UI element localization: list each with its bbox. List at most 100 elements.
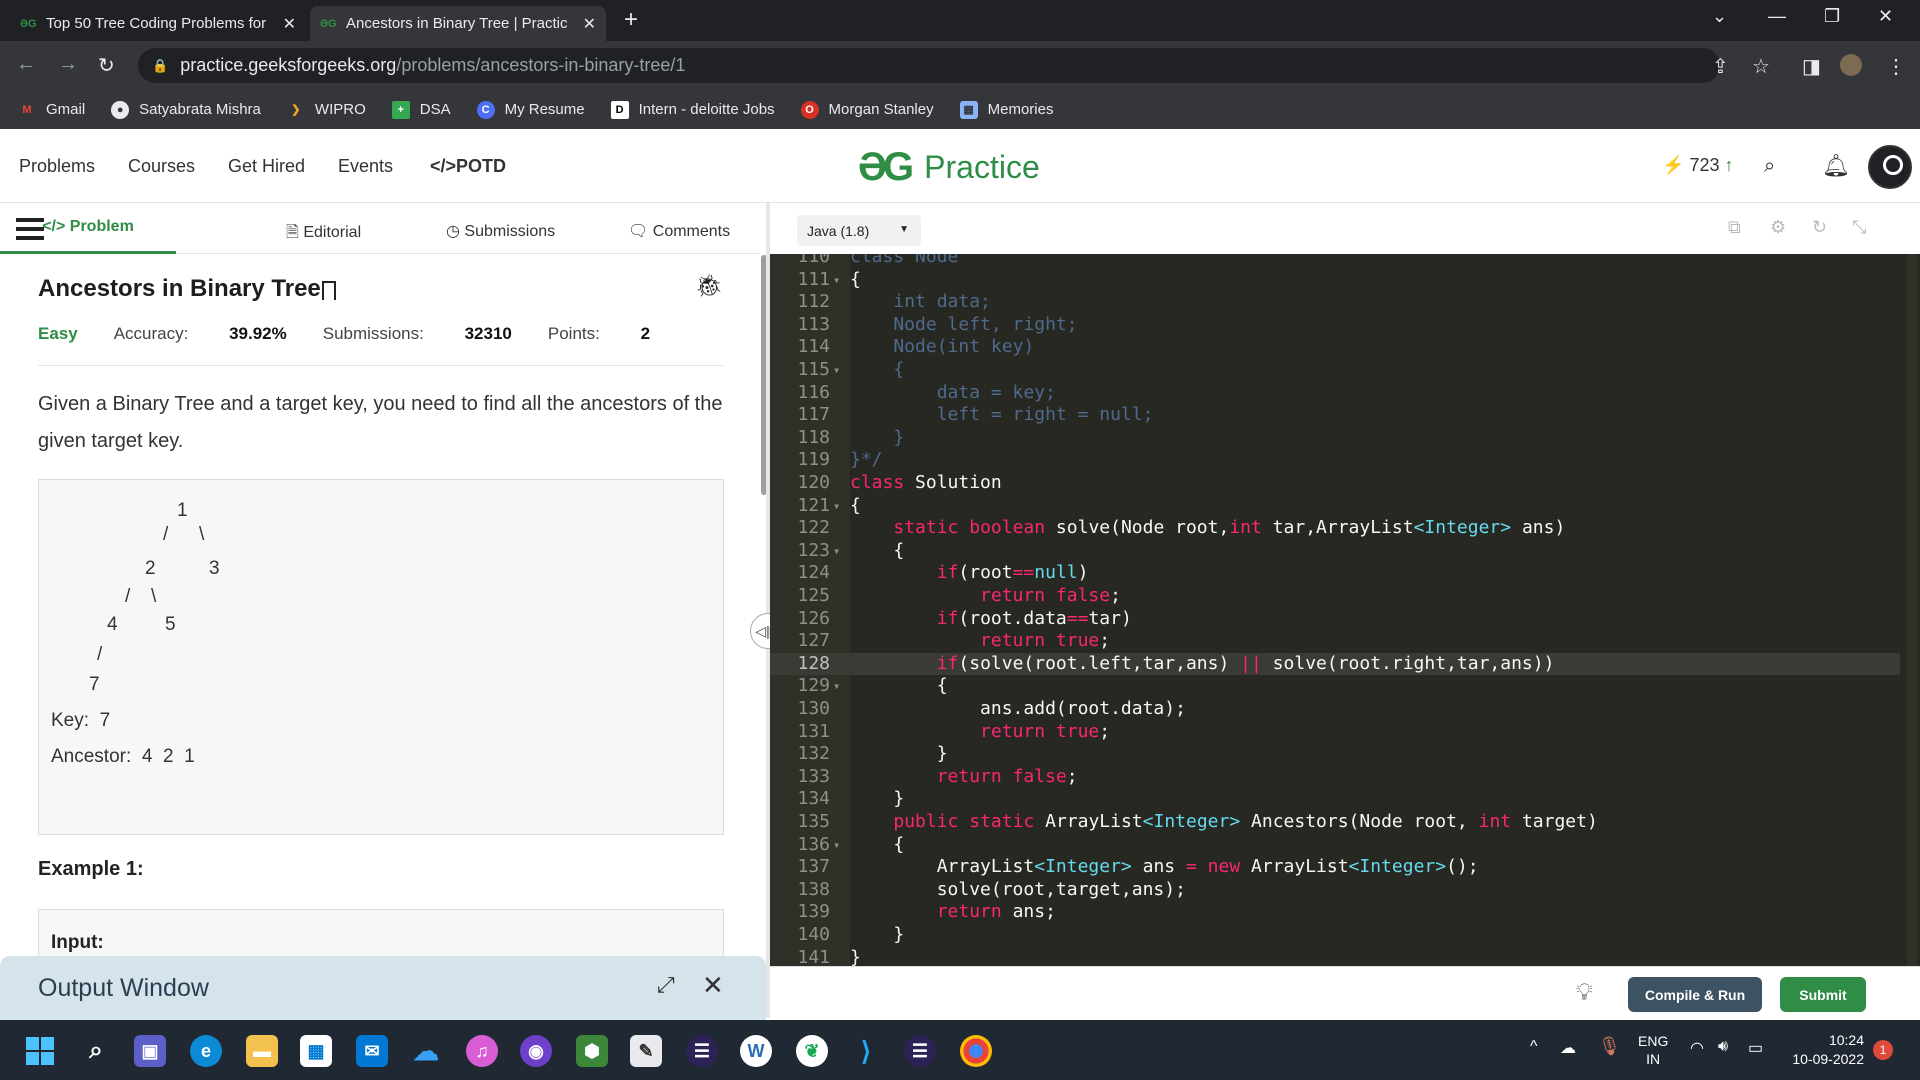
code-line[interactable]: 131 return true; (770, 721, 1900, 744)
microsoft-store-icon[interactable]: ▦ (300, 1035, 332, 1067)
hamburger-menu-icon[interactable] (16, 218, 44, 245)
code-line[interactable]: 136 ▾ { (770, 834, 1900, 857)
tab-editorial[interactable]: 🗎 Editorial (286, 221, 361, 248)
tab-submissions[interactable]: ◷ Submissions (446, 221, 555, 241)
mongodb-icon[interactable]: ❦ (796, 1035, 828, 1067)
notification-badge[interactable]: 1 (1873, 1040, 1893, 1060)
teams-chat-icon[interactable]: ▣ (134, 1035, 166, 1067)
kebab-menu-icon[interactable]: ⋮ (1886, 54, 1906, 79)
compile-run-button[interactable]: Compile & Run (1628, 977, 1762, 1012)
code-line[interactable]: 124 if(root==null) (770, 562, 1900, 585)
submit-button[interactable]: Submit (1780, 977, 1866, 1012)
microphone-icon[interactable]: 🎙︎ (1598, 1036, 1621, 1057)
cloud-status-icon[interactable]: ☁ (1560, 1038, 1576, 1058)
code-line[interactable]: 138 solve(root,target,ans); (770, 879, 1900, 902)
editor-scrollbar[interactable] (1907, 254, 1917, 966)
bookmark-gmail[interactable]: M Gmail (18, 101, 85, 119)
eclipse-icon-2[interactable]: ☰ (904, 1035, 936, 1067)
reset-icon[interactable]: ↻ (1812, 217, 1827, 238)
code-line[interactable]: 125 return false; (770, 585, 1900, 608)
star-bookmark-icon[interactable]: ☆ (1752, 54, 1770, 79)
close-tab-icon[interactable]: ✕ (283, 14, 296, 34)
eclipse-icon[interactable]: ☰ (686, 1035, 718, 1067)
code-line[interactable]: 130 ans.add(root.data); (770, 698, 1900, 721)
url-bar[interactable]: 🔒 practice.geeksforgeeks.org/problems/an… (138, 48, 1720, 83)
code-line[interactable]: 114 Node(int key) (770, 336, 1900, 359)
minimize-icon[interactable]: — (1768, 6, 1786, 27)
new-tab-button[interactable]: + (624, 6, 638, 34)
edge-icon[interactable]: e (190, 1035, 222, 1067)
nav-courses[interactable]: Courses (128, 156, 195, 177)
user-avatar[interactable] (1868, 145, 1912, 189)
mail-icon[interactable]: ✉ (356, 1035, 388, 1067)
code-line[interactable]: 127 return true; (770, 630, 1900, 653)
share-icon[interactable]: ⇪ (1712, 54, 1729, 79)
code-line[interactable]: 113 Node left, right; (770, 314, 1900, 337)
output-window[interactable]: Output Window ⤢ ✕ (0, 956, 766, 1020)
bell-icon[interactable]: 🔔︎ (1822, 153, 1850, 179)
browser-tab-ancestors[interactable]: ƏG Ancestors in Binary Tree | Practic ✕ (310, 6, 606, 41)
nav-get-hired[interactable]: Get Hired (228, 156, 305, 177)
music-icon[interactable]: ♫ (466, 1035, 498, 1067)
side-panel-icon[interactable]: ◨ (1802, 54, 1821, 79)
app-w-icon[interactable]: W (740, 1035, 772, 1067)
fullscreen-icon[interactable]: ⤡ (1852, 217, 1866, 238)
code-line[interactable]: 139 return ans; (770, 901, 1900, 924)
bookmark-memories[interactable]: ▦ Memories (959, 100, 1053, 119)
nav-potd[interactable]: </>POTD (430, 156, 506, 177)
code-line[interactable]: 118 } (770, 427, 1900, 450)
code-line[interactable]: 115 ▾ { (770, 359, 1900, 382)
restore-icon[interactable]: ❐ (1824, 6, 1840, 27)
code-line[interactable]: 128 if(solve(root.left,tar,ans) || solve… (770, 652, 1900, 676)
bookmark-dsa[interactable]: + DSA (391, 100, 451, 119)
code-line[interactable]: 116 data = key; (770, 382, 1900, 405)
show-hidden-icons-chevron-icon[interactable]: ^ (1530, 1038, 1538, 1056)
code-line[interactable]: 135 public static ArrayList<Integer> Anc… (770, 811, 1900, 834)
bookmark-morgan-stanley[interactable]: O Morgan Stanley (800, 100, 934, 119)
code-line[interactable]: 134 } (770, 788, 1900, 811)
clock[interactable]: 10:24 10-09-2022 (1788, 1031, 1864, 1069)
code-line[interactable]: 129 ▾ { (770, 675, 1900, 698)
battery-icon[interactable]: ▭ (1748, 1038, 1763, 1058)
code-line[interactable]: 112 int data; (770, 291, 1900, 314)
copy-icon[interactable]: ⧉ (1728, 217, 1741, 238)
search-icon[interactable]: ⌕ (1764, 155, 1775, 178)
windows-start-icon[interactable] (24, 1035, 56, 1067)
code-line[interactable]: 126 if(root.data==tar) (770, 608, 1900, 631)
code-editor[interactable]: 110 class Node 111 ▾{112 int data; 113 Node … (770, 254, 1920, 966)
bookmark-icon[interactable] (322, 281, 336, 300)
vscode-icon[interactable]: ⟩ (850, 1035, 882, 1067)
close-window-icon[interactable]: ✕ (1878, 6, 1893, 27)
forward-arrow-icon[interactable]: → (58, 53, 78, 76)
lightbulb-theme-icon[interactable]: 💡︎ (1576, 979, 1593, 1007)
tab-search-chevron-icon[interactable]: ⌄ (1712, 6, 1727, 27)
fold-arrow-icon[interactable]: ▾ (833, 675, 840, 698)
fold-arrow-icon[interactable]: ▾ (833, 359, 840, 382)
code-line[interactable]: 123 ▾ { (770, 540, 1900, 563)
code-line[interactable]: 119}*/ (770, 449, 1900, 472)
file-explorer-icon[interactable]: ▬ (246, 1035, 278, 1067)
bookmark-resume[interactable]: C My Resume (476, 100, 585, 119)
streak-counter[interactable]: ⚡ 723 ↑ (1662, 155, 1734, 176)
code-line[interactable]: 111 ▾ { (770, 269, 1900, 292)
code-line[interactable]: 132 } (770, 743, 1900, 766)
fold-arrow-icon[interactable]: ▾ (833, 269, 840, 292)
code-line[interactable]: 141} (770, 947, 1900, 966)
back-arrow-icon[interactable]: ← (16, 53, 36, 76)
nodejs-icon[interactable]: ⬢ (576, 1035, 608, 1067)
language-indicator[interactable]: ENG IN (1638, 1032, 1668, 1068)
volume-icon[interactable]: 🔊︎ (1718, 1038, 1728, 1056)
code-line[interactable]: 117 left = right = null; (770, 404, 1900, 427)
gfg-logo[interactable]: ƏG Practice (858, 145, 1040, 190)
tab-comments[interactable]: 🗨︎ Comments (628, 221, 730, 241)
github-icon[interactable]: ◉ (520, 1035, 552, 1067)
code-line[interactable]: 120 class Solution (770, 472, 1900, 495)
document-editor-icon[interactable]: ✎ (630, 1035, 662, 1067)
profile-avatar-icon[interactable] (1840, 54, 1862, 76)
bookmark-deloitte[interactable]: D Intern - deloitte Jobs (610, 100, 775, 119)
settings-gear-icon[interactable]: ⚙ (1770, 217, 1786, 238)
language-select[interactable]: Java (1.8) ▼ (797, 215, 921, 246)
expand-icon[interactable]: ⤢ (657, 972, 675, 998)
nav-events[interactable]: Events (338, 156, 393, 177)
bookmark-profile[interactable]: ● Satyabrata Mishra (111, 100, 261, 119)
